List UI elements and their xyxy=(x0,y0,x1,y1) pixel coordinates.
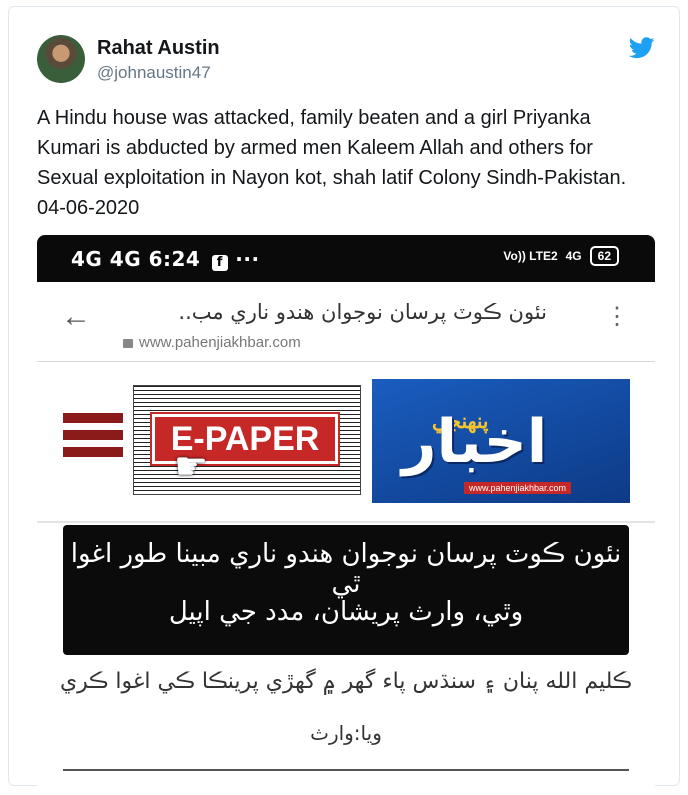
browser-host: www.pahenjiakhbar.com xyxy=(123,334,301,351)
status-time: 4G 4G 6:24 xyxy=(71,247,201,271)
kebab-menu-icon: ⋮ xyxy=(605,303,629,330)
divider xyxy=(63,769,629,771)
volte-indicator: Vo)) LTE2 xyxy=(503,249,558,263)
arrow-left-icon: ← xyxy=(61,300,91,333)
article-subheading: ڪليم الله پنان ۽ سنڌس پاء گهر ۾ گهڙي پري… xyxy=(59,669,633,694)
tweet-card[interactable]: Rahat Austin @johnaustin47 A Hindu house… xyxy=(8,6,680,795)
logo-name: اخبار xyxy=(402,407,548,477)
article-byline: ويا:وارث xyxy=(310,721,382,745)
author-handle[interactable]: @johnaustin47 xyxy=(97,63,211,83)
twitter-bird-icon[interactable] xyxy=(629,37,655,59)
epaper-thumbnail: E-PAPER ☛ xyxy=(133,385,361,495)
headline-line-2: وٿي، وارث پريشان، مدد جي اپيل xyxy=(168,597,524,627)
site-banner: E-PAPER ☛ پنهنجي اخبار www.pahenjiakhbar… xyxy=(37,363,655,523)
browser-page-title: نئون ڪوٽ پرسان نوجوان هندو ناري مب.. xyxy=(178,300,547,324)
browser-url-bar: ← نئون ڪوٽ پرسان نوجوان هندو ناري مب.. w… xyxy=(37,282,655,362)
article-headline: نئون ڪوٽ پرسان نوجوان هندو ناري مبينا طو… xyxy=(63,525,629,655)
facebook-icon: f xyxy=(211,255,228,271)
tweet-text: A Hindu house was attacked, family beate… xyxy=(37,107,627,219)
host-text: www.pahenjiakhbar.com xyxy=(139,334,301,351)
logo-url: www.pahenjiakhbar.com xyxy=(464,482,572,494)
headline-line-1: نئون ڪوٽ پرسان نوجوان هندو ناري مبينا طو… xyxy=(70,539,622,599)
author-name[interactable]: Rahat Austin xyxy=(97,37,220,60)
newspaper-logo: پنهنجي اخبار www.pahenjiakhbar.com xyxy=(372,379,630,503)
network-indicator: 4G xyxy=(565,249,582,263)
status-more: ··· xyxy=(235,247,260,271)
avatar[interactable] xyxy=(37,35,85,83)
hand-pointer-icon: ☛ xyxy=(174,446,209,488)
tweet-media-screenshot[interactable]: 4G 4G 6:24 f ··· Vo)) LTE2 4G 62 ← نئون … xyxy=(37,235,655,795)
lock-icon xyxy=(123,339,133,348)
battery-icon: 62 xyxy=(589,246,619,266)
hamburger-menu-icon xyxy=(63,413,123,464)
phone-status-bar: 4G 4G 6:24 f ··· Vo)) LTE2 4G 62 xyxy=(37,235,655,282)
